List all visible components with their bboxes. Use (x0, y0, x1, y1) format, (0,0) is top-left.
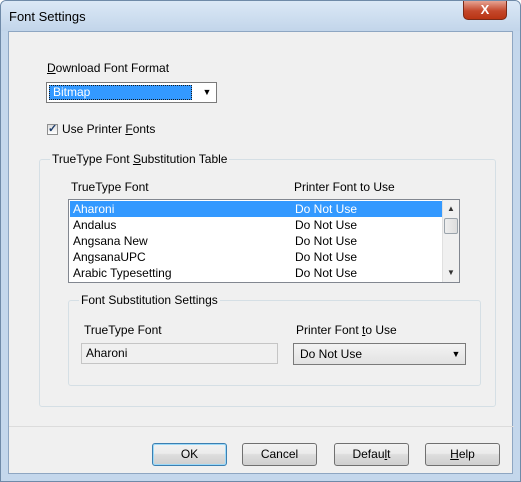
printer-font-combo[interactable]: Do Not Use ▼ (293, 343, 466, 365)
list-scrollbar[interactable]: ▲ ▼ (442, 200, 459, 282)
checkmark-icon: ✓ (48, 123, 58, 135)
list-item[interactable]: AngsanaUPC Do Not Use (70, 249, 442, 265)
substitution-settings-title: Font Substitution Settings (79, 293, 220, 307)
use-printer-fonts-label[interactable]: Use Printer Fonts (62, 122, 155, 136)
ok-button[interactable]: OK (152, 443, 227, 466)
chevron-down-icon[interactable]: ▼ (198, 83, 216, 102)
scroll-up-icon[interactable]: ▲ (443, 201, 459, 217)
truetype-font-label: TrueType Font (84, 323, 162, 337)
download-format-combo[interactable]: Bitmap ▼ (46, 82, 217, 103)
list-item[interactable]: Andalus Do Not Use (70, 217, 442, 233)
help-button[interactable]: Help (425, 443, 500, 466)
download-format-label: Download Font Format (47, 61, 170, 75)
use-printer-fonts-checkbox[interactable]: ✓ (47, 123, 58, 135)
printer-font-value: Do Not Use (300, 347, 363, 361)
list-item[interactable]: Arabic Typesetting Do Not Use (70, 265, 442, 281)
close-button[interactable]: X (463, 1, 507, 20)
list-item[interactable]: Aharoni Do Not Use (70, 201, 442, 217)
default-button[interactable]: Default (334, 443, 409, 466)
substitution-table-title: TrueType Font Substitution Table (50, 152, 230, 166)
substitution-listbox[interactable]: Aharoni Do Not Use Andalus Do Not Use An… (68, 199, 460, 283)
font-settings-dialog: Font Settings X Download Font Format Bit… (0, 0, 521, 482)
window-title: Font Settings (9, 9, 86, 24)
scroll-down-icon[interactable]: ▼ (443, 265, 459, 281)
col-header-printer-font: Printer Font to Use (294, 180, 395, 194)
chevron-down-icon[interactable]: ▼ (447, 344, 465, 364)
title-bar[interactable]: Font Settings X (1, 1, 520, 31)
truetype-font-field: Aharoni (81, 343, 278, 364)
download-format-value: Bitmap (53, 85, 91, 99)
list-item[interactable]: Angsana New Do Not Use (70, 233, 442, 249)
close-icon: X (480, 2, 490, 17)
combo-selected-highlight: Bitmap (49, 85, 192, 100)
printer-font-label: Printer Font to Use (296, 323, 397, 337)
col-header-truetype: TrueType Font (71, 180, 149, 194)
cancel-button[interactable]: Cancel (242, 443, 317, 466)
dialog-client-area: Download Font Format Bitmap ▼ ✓ Use Prin… (8, 31, 514, 474)
button-separator (9, 426, 514, 427)
scroll-thumb[interactable] (444, 218, 458, 234)
